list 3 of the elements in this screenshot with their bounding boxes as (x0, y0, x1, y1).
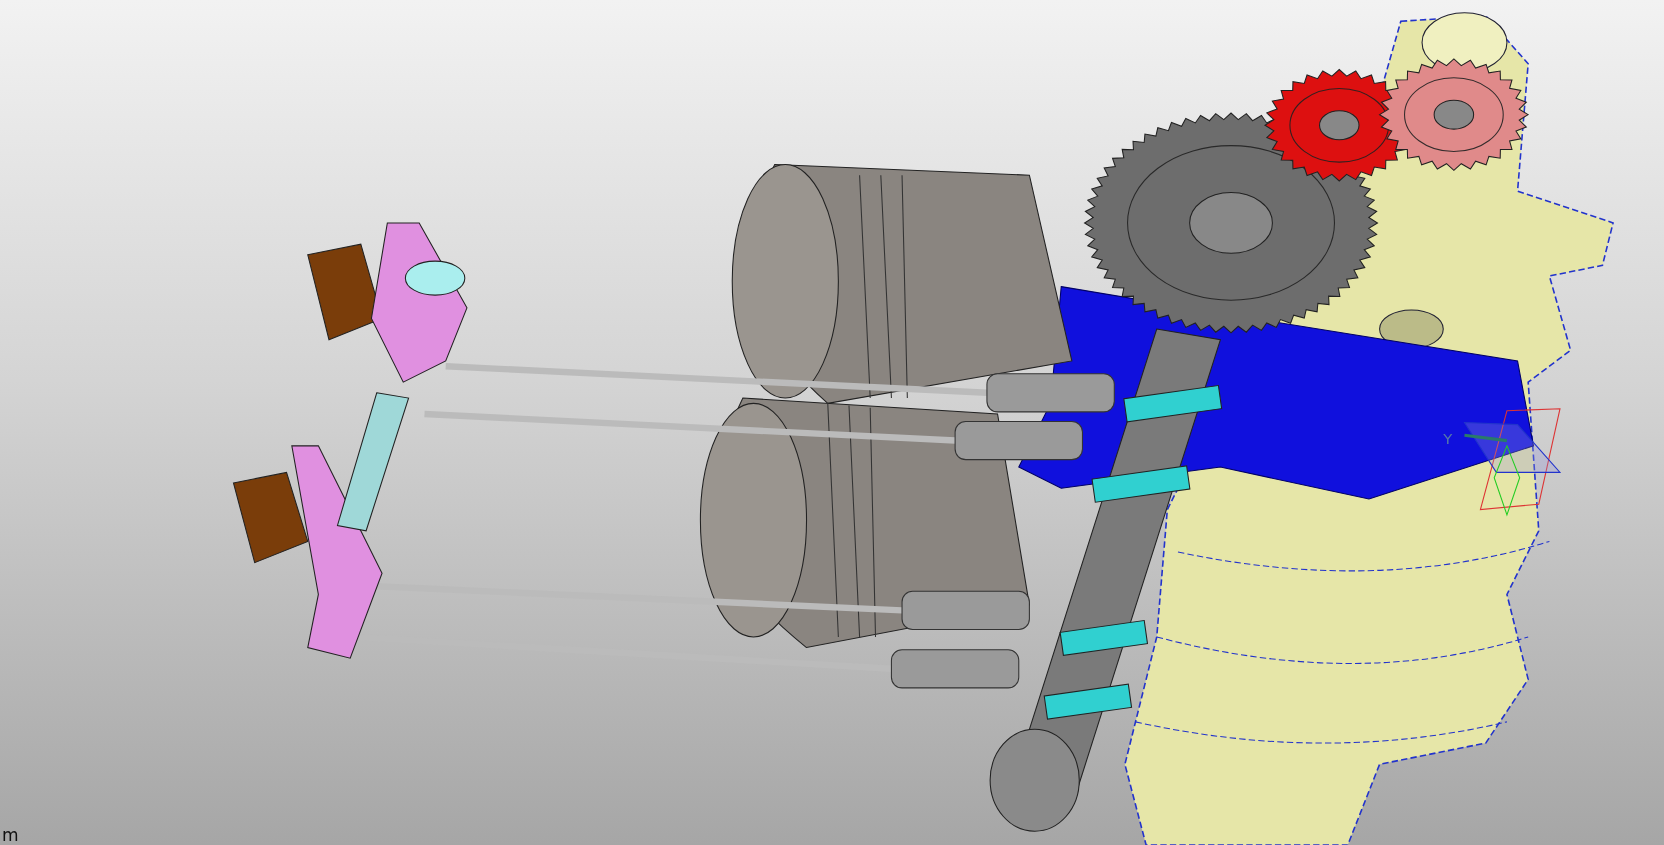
axis-triad-icon (1463, 408, 1562, 517)
units-label: m (2, 825, 19, 845)
axis-label: Y (1443, 429, 1453, 448)
